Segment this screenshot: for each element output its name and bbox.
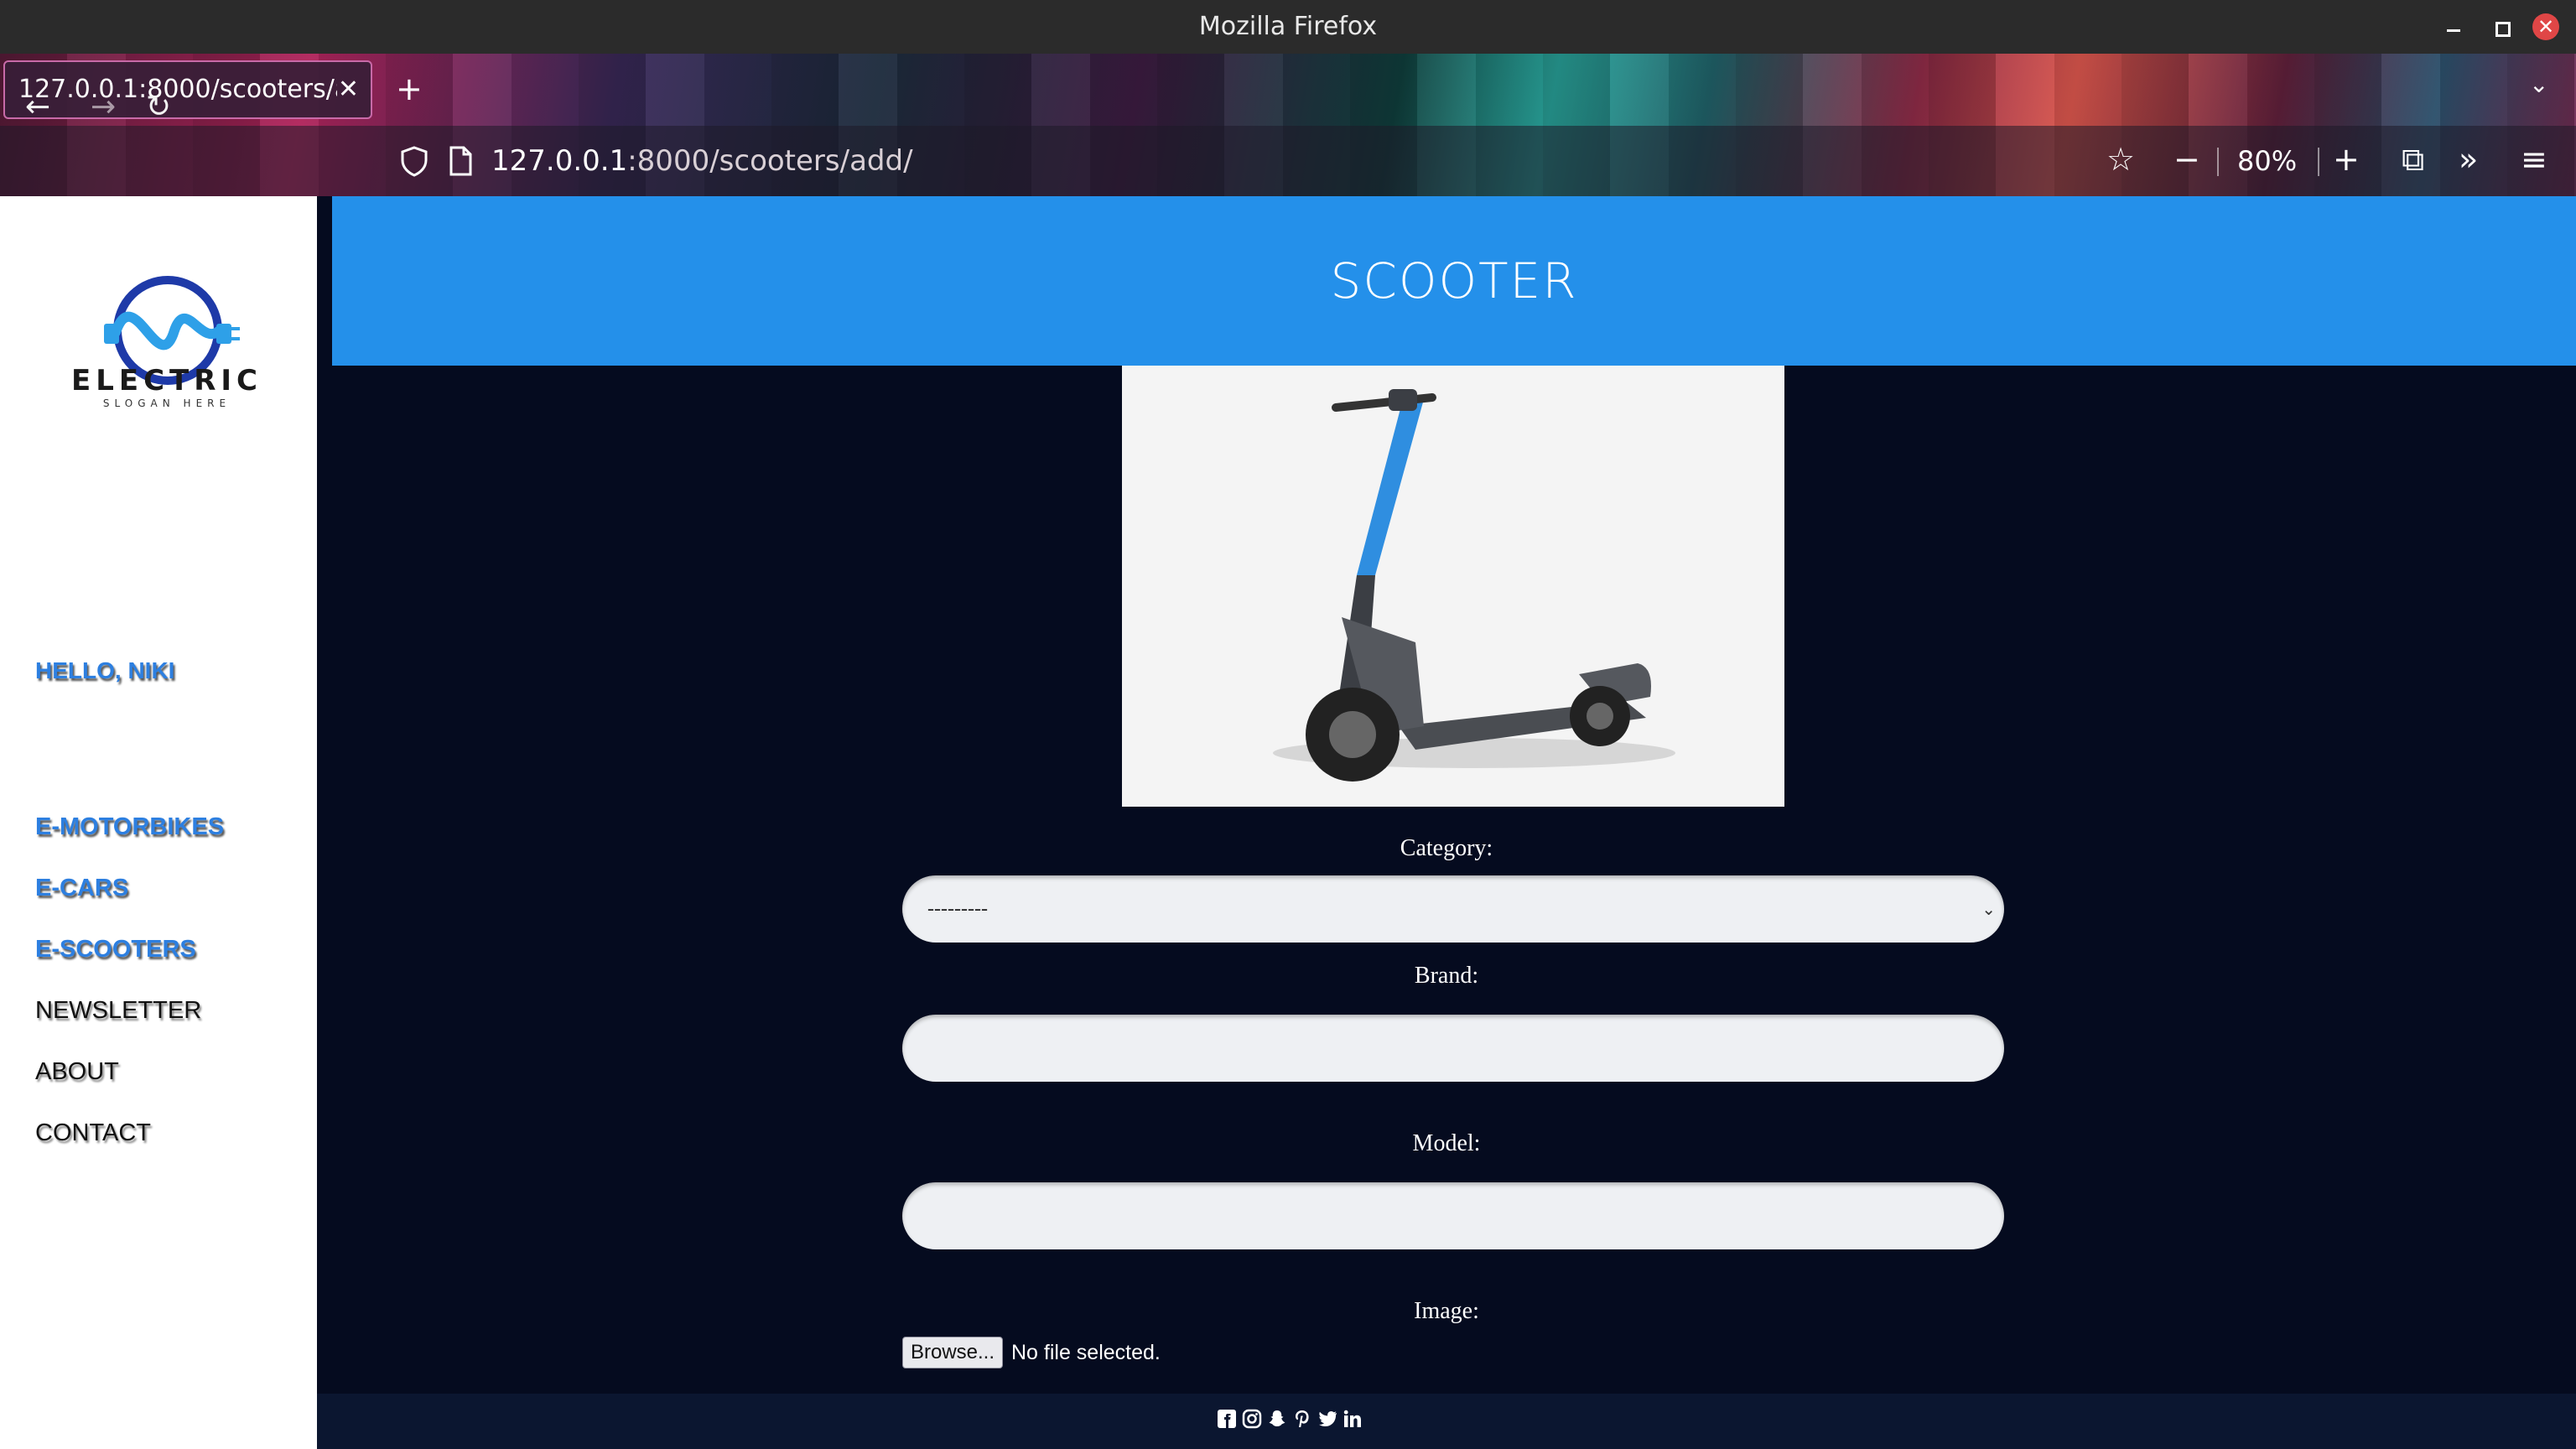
page-info-icon[interactable] xyxy=(448,146,473,176)
category-label: Category: xyxy=(1400,835,1493,861)
url-host: 127.0.0.1 xyxy=(491,144,628,178)
bookmark-star-icon[interactable]: ☆ xyxy=(2106,141,2135,178)
sidebar-item-about[interactable]: ABOUT xyxy=(35,1058,224,1119)
linkedin-icon[interactable] xyxy=(1342,1405,1363,1432)
divider xyxy=(2217,148,2219,176)
model-input[interactable] xyxy=(902,1182,2004,1249)
sidebar-item-e-motorbikes[interactable]: E-MOTORBIKES xyxy=(35,813,224,875)
sidebar: ELECTRIC SLOGAN HERE HELLO, NIKI E-MOTOR… xyxy=(0,196,317,1449)
back-icon[interactable]: ← xyxy=(25,91,50,124)
browse-button[interactable]: Browse... xyxy=(902,1337,1003,1368)
twitter-icon[interactable] xyxy=(1317,1405,1338,1432)
window-titlebar: Mozilla Firefox ✕ xyxy=(0,0,2576,54)
divider xyxy=(2318,148,2319,176)
maximize-icon[interactable] xyxy=(2487,13,2514,40)
extensions-icon[interactable]: ⧉ xyxy=(2402,141,2424,178)
sidebar-item-e-cars[interactable]: E-CARS xyxy=(35,875,224,936)
forward-icon[interactable]: → xyxy=(91,91,116,124)
reload-icon[interactable]: ↻ xyxy=(146,91,171,124)
image-label: Image: xyxy=(1414,1298,1479,1324)
new-tab-icon[interactable]: + xyxy=(396,72,423,106)
zoom-in-icon[interactable]: + xyxy=(2333,141,2360,178)
browser-tab[interactable]: 127.0.0.1:8000/scooters/add/ ✕ xyxy=(3,60,372,119)
category-selected-value: --------- xyxy=(927,898,988,920)
logo-text: ELECTRIC xyxy=(70,364,263,397)
brand-input[interactable] xyxy=(902,1015,2004,1082)
shield-icon[interactable] xyxy=(397,144,431,178)
menu-icon[interactable]: ≡ xyxy=(2521,141,2547,178)
instagram-icon[interactable] xyxy=(1241,1405,1263,1432)
logo-wordmark: ELECTRIC SLOGAN HERE xyxy=(0,364,334,409)
zoom-level[interactable]: 80% xyxy=(2237,143,2297,179)
pinterest-icon[interactable] xyxy=(1291,1405,1313,1432)
tab-list-chevron-icon[interactable]: ⌄ xyxy=(2529,70,2548,98)
sidebar-nav: E-MOTORBIKES E-CARS E-SCOOTERS NEWSLETTE… xyxy=(35,813,224,1181)
page-title: SCOOTER xyxy=(1330,252,1578,309)
zoom-out-icon[interactable]: − xyxy=(2174,141,2200,178)
model-label: Model: xyxy=(1412,1130,1481,1156)
logo-slogan: SLOGAN HERE xyxy=(102,397,231,409)
minimize-icon[interactable] xyxy=(2440,13,2467,40)
sidebar-item-newsletter[interactable]: NEWSLETTER xyxy=(35,997,224,1058)
snapchat-icon[interactable] xyxy=(1266,1405,1288,1432)
category-select[interactable]: --------- ⌄ xyxy=(902,875,2004,943)
tab-title: 127.0.0.1:8000/scooters/add/ xyxy=(18,75,337,104)
url-path: :8000/scooters/add/ xyxy=(627,144,913,178)
sidebar-item-e-scooters[interactable]: E-SCOOTERS xyxy=(35,936,224,997)
overflow-chevron-icon[interactable]: » xyxy=(2459,141,2478,178)
page-header: SCOOTER xyxy=(332,196,2576,366)
user-greeting[interactable]: HELLO, NIKI xyxy=(35,657,174,684)
url-bar[interactable]: 127.0.0.1:8000/scooters/add/ xyxy=(491,143,913,179)
scooter-image xyxy=(1122,366,1784,807)
close-window-icon[interactable]: ✕ xyxy=(2532,13,2559,40)
window-title: Mozilla Firefox xyxy=(1198,12,1378,41)
tab-close-icon[interactable]: ✕ xyxy=(338,75,359,104)
footer xyxy=(317,1394,2576,1449)
main-content: SCOOTER Category: --------- ⌄ Brand: Mod… xyxy=(317,196,2576,1394)
sidebar-item-contact[interactable]: CONTACT xyxy=(35,1119,224,1181)
chevron-down-icon: ⌄ xyxy=(1981,899,1996,919)
social-links xyxy=(1216,1405,1363,1436)
brand-label: Brand: xyxy=(1414,963,1479,989)
file-status: No file selected. xyxy=(1011,1341,1161,1364)
facebook-icon[interactable] xyxy=(1216,1405,1238,1432)
